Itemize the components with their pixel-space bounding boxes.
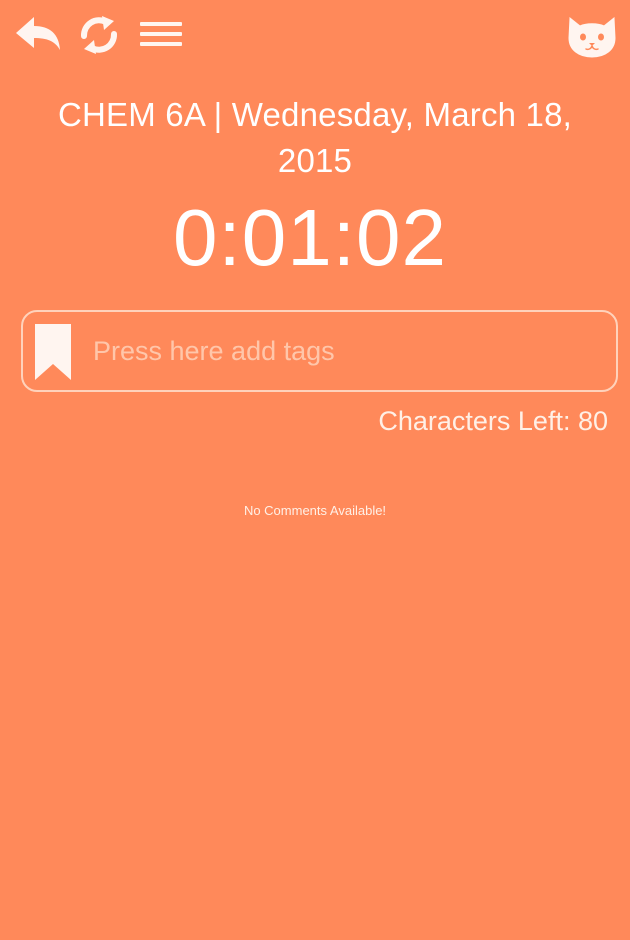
reply-arrow-icon [14, 14, 62, 56]
lecture-date: Wednesday, March 18, 2015 [231, 96, 573, 179]
hamburger-menu-icon [138, 16, 184, 52]
toolbar [0, 0, 630, 72]
characters-left-counter: Characters Left: 80 [378, 402, 608, 440]
characters-left-label: Characters Left: [378, 406, 578, 436]
course-code: CHEM 6A [57, 96, 205, 133]
back-button[interactable] [14, 14, 62, 56]
characters-left-count: 80 [577, 406, 608, 436]
empty-comments-message: No Comments Available! [243, 503, 387, 518]
app-screen: CHEM 6A | Wednesday, March 18, 2015 0:01… [0, 0, 630, 940]
bookmark-icon [35, 324, 71, 380]
elapsed-timer: 0:01:02 [173, 193, 447, 282]
menu-button[interactable] [138, 16, 184, 52]
title-separator: | [204, 96, 232, 133]
profile-button[interactable] [564, 10, 620, 60]
cat-face-icon [564, 10, 620, 60]
lecture-title: CHEM 6A | Wednesday, March 18, 2015 [20, 92, 610, 184]
tag-input-box[interactable] [21, 310, 618, 392]
tags-input[interactable] [93, 328, 593, 374]
refresh-icon [76, 14, 122, 56]
refresh-button[interactable] [76, 14, 122, 56]
